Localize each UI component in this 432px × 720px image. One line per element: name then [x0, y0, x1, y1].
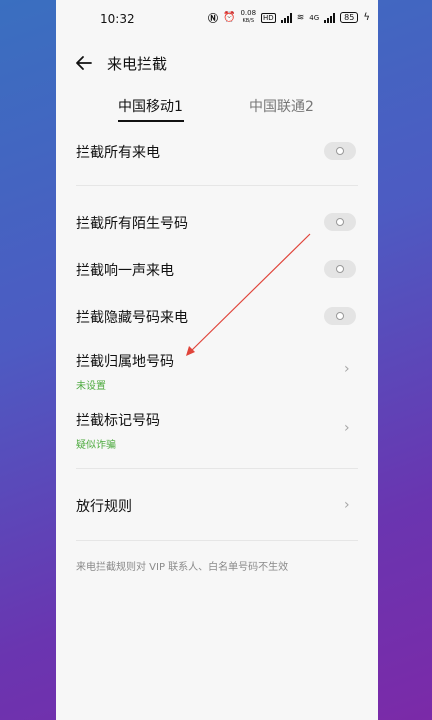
status-bar: 10:32 Ⓝ ⏰ 0.08 KB/S HD ≋ 4G 85 ϟ	[56, 0, 378, 40]
setting-status: 疑似诈骗	[76, 440, 116, 451]
alarm-icon: ⏰	[223, 12, 236, 23]
block-hidden-toggle[interactable]	[324, 307, 356, 325]
signal-icon	[280, 12, 292, 23]
setting-label: 拦截标记号码	[76, 413, 160, 429]
network-speed: 0.08 KB/S	[240, 10, 256, 25]
back-arrow-icon[interactable]	[74, 53, 94, 73]
block-unknown-toggle[interactable]	[324, 213, 356, 231]
hd-icon: HD	[261, 12, 276, 23]
tab-sim2[interactable]: 中国联通2	[249, 96, 314, 116]
toggle-knob	[336, 218, 344, 226]
setting-block-marked[interactable]: 拦截标记号码 疑似诈骗 ›	[76, 410, 358, 451]
net-type-label: 4G	[309, 13, 320, 22]
battery-icon: 85	[340, 12, 359, 23]
header-bar: 来电拦截	[56, 45, 378, 81]
tab-sim1[interactable]: 中国移动1	[118, 96, 183, 116]
footnote: 来电拦截规则对 VIP 联系人、白名单号码不生效	[76, 562, 289, 573]
network-speed-value: 0.08	[240, 9, 257, 17]
charging-icon: ϟ	[363, 12, 370, 23]
setting-label: 放行规则	[76, 499, 132, 515]
divider	[76, 468, 358, 469]
toggle-knob	[336, 265, 344, 273]
nfc-icon: Ⓝ	[208, 14, 218, 25]
chevron-right-icon: ›	[344, 361, 350, 377]
sim-tabs: 中国移动1 中国联通2	[56, 88, 378, 124]
setting-label: 拦截所有来电	[76, 145, 160, 161]
phone-screen: 10:32 Ⓝ ⏰ 0.08 KB/S HD ≋ 4G 85 ϟ 来电拦截 中国…	[56, 0, 378, 720]
setting-label: 拦截响一声来电	[76, 263, 174, 279]
status-icons: Ⓝ ⏰ 0.08 KB/S HD ≋ 4G 85 ϟ	[208, 10, 370, 26]
setting-block-one-ring[interactable]: 拦截响一声来电	[76, 260, 358, 280]
setting-label: 拦截隐藏号码来电	[76, 310, 188, 326]
setting-block-unknown[interactable]: 拦截所有陌生号码	[76, 213, 358, 233]
setting-label: 拦截归属地号码	[76, 354, 174, 370]
status-time: 10:32	[100, 12, 135, 26]
toggle-knob	[336, 312, 344, 320]
chevron-right-icon: ›	[344, 497, 350, 513]
tab-active-indicator	[118, 120, 184, 122]
setting-block-all[interactable]: 拦截所有来电	[76, 142, 358, 162]
setting-status: 未设置	[76, 381, 106, 392]
divider	[76, 540, 358, 541]
divider	[76, 185, 358, 186]
network-speed-unit: KB/S	[242, 18, 255, 24]
setting-block-hidden[interactable]: 拦截隐藏号码来电	[76, 307, 358, 327]
setting-block-region[interactable]: 拦截归属地号码 未设置 ›	[76, 351, 358, 392]
signal-2-icon	[324, 12, 336, 23]
wifi-icon: ≋	[296, 12, 305, 23]
chevron-right-icon: ›	[344, 420, 350, 436]
page-title: 来电拦截	[107, 55, 168, 73]
setting-label: 拦截所有陌生号码	[76, 216, 188, 232]
block-one-ring-toggle[interactable]	[324, 260, 356, 278]
block-all-toggle[interactable]	[324, 142, 356, 160]
setting-allow-rules[interactable]: 放行规则 ›	[76, 496, 358, 516]
toggle-knob	[336, 147, 344, 155]
